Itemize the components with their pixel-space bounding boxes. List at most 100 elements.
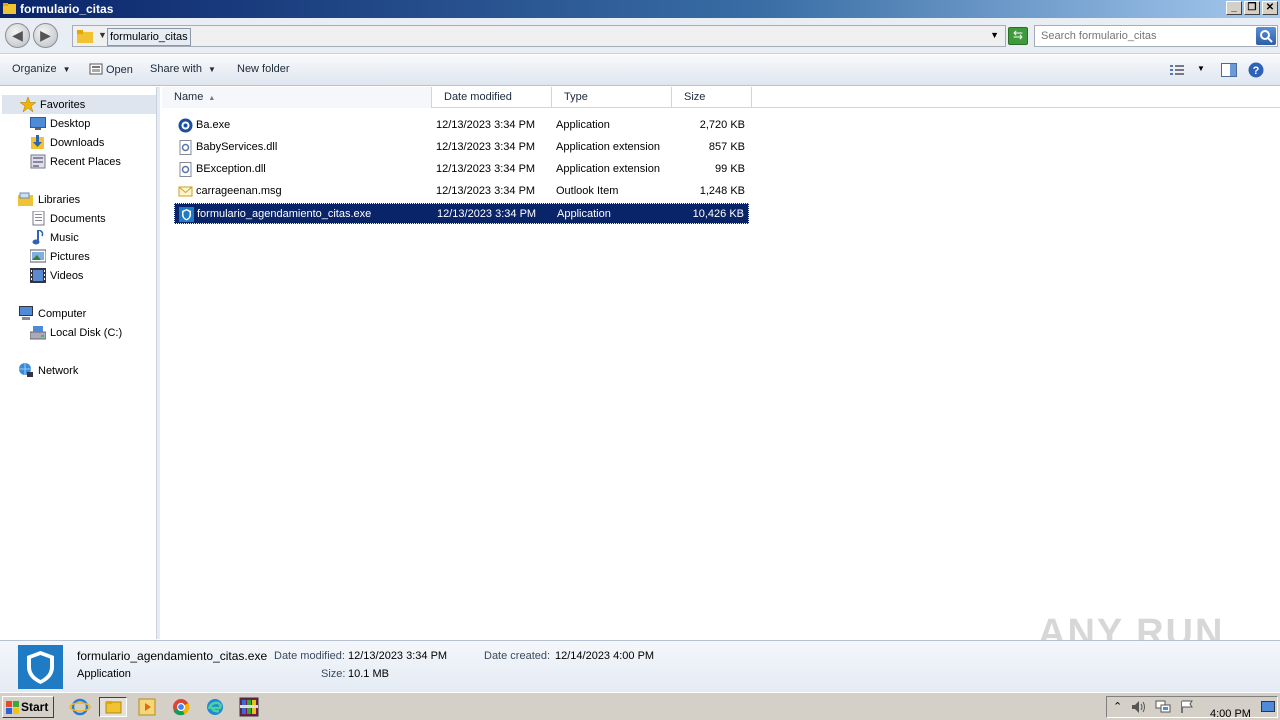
pane-splitter[interactable] (157, 87, 160, 639)
nav-desktop[interactable]: Desktop (30, 114, 90, 133)
close-button[interactable]: ✕ (1262, 1, 1278, 15)
details-size-label: Size: (321, 668, 346, 680)
file-size: 1,248 KB (699, 185, 745, 197)
start-button[interactable]: Start (2, 696, 54, 718)
column-header-date[interactable]: Date modified (432, 87, 552, 108)
file-row[interactable]: Ba.exe 12/13/2023 3:34 PM Application 2,… (174, 115, 749, 136)
nav-documents-label: Documents (50, 212, 106, 225)
nav-recent-places-label: Recent Places (50, 155, 121, 168)
desktop-icon (30, 117, 46, 130)
file-row-selected[interactable]: formulario_agendamiento_citas.exe 12/13/… (174, 203, 749, 224)
media-player-icon[interactable] (136, 697, 158, 717)
nav-local-disk-label: Local Disk (C:) (50, 326, 123, 339)
edge-icon[interactable] (204, 697, 226, 717)
winrar-icon[interactable] (236, 697, 262, 717)
show-desktop-icon[interactable] (1261, 701, 1275, 713)
file-date: 12/13/2023 3:34 PM (436, 119, 536, 131)
organize-label: Organize (12, 63, 57, 75)
file-type: Application (557, 208, 611, 220)
file-date: 12/13/2023 3:34 PM (436, 185, 536, 197)
volume-icon[interactable] (1131, 700, 1147, 714)
search-input[interactable] (1037, 27, 1247, 45)
forward-button[interactable]: ▶ (33, 23, 58, 48)
breadcrumb-folder[interactable]: formulario_citas (107, 28, 191, 46)
recent-places-icon (30, 154, 46, 169)
column-header-type[interactable]: Type (552, 87, 672, 108)
chrome-icon[interactable] (170, 697, 192, 717)
system-tray: ⌃ (1106, 696, 1278, 718)
explorer-taskbar-button[interactable] (99, 697, 127, 717)
breadcrumb-arrow-icon[interactable]: ▼ (98, 30, 107, 40)
exe-icon (178, 118, 193, 133)
refresh-icon: ⇆ (1012, 28, 1024, 42)
share-with-button[interactable]: Share with ▼ (150, 63, 216, 75)
svg-text:?: ? (1253, 65, 1260, 77)
command-bar: Organize ▼ Open Share with ▼ New folder ▼ … (0, 55, 1280, 86)
column-header-name[interactable]: Name ▲ (162, 87, 432, 108)
internet-explorer-icon[interactable] (69, 697, 91, 717)
nav-pictures[interactable]: Pictures (30, 247, 90, 266)
file-row[interactable]: carrageenan.msg 12/13/2023 3:34 PM Outlo… (174, 181, 749, 202)
nav-recent-places[interactable]: Recent Places (30, 152, 121, 171)
nav-network-label: Network (38, 364, 79, 377)
file-date: 12/13/2023 3:34 PM (436, 141, 536, 153)
dll-icon (179, 140, 192, 155)
folder-icon (105, 701, 122, 714)
shield-icon (179, 207, 194, 222)
details-date-created-label: Date created: (484, 650, 551, 662)
taskbar-clock[interactable]: 4:00 PM (1210, 708, 1251, 720)
search-box[interactable] (1034, 25, 1278, 47)
minimize-button[interactable]: _ (1226, 1, 1242, 15)
file-row[interactable]: BException.dll 12/13/2023 3:34 PM Applic… (174, 159, 749, 180)
taskbar: Start ⌃ (0, 692, 1280, 720)
refresh-button[interactable]: ⇆ (1008, 27, 1028, 45)
nav-network[interactable]: Network (18, 361, 78, 380)
shield-icon (18, 645, 63, 689)
nav-documents[interactable]: Documents (30, 209, 106, 228)
details-pane: formulario_agendamiento_citas.exe Applic… (0, 640, 1280, 692)
address-dropdown-icon[interactable]: ▼ (990, 30, 999, 40)
nav-favorites[interactable]: Favorites (2, 95, 156, 114)
file-name: carrageenan.msg (196, 185, 282, 197)
details-file-name: formulario_agendamiento_citas.exe (77, 649, 268, 663)
file-name: BabyServices.dll (196, 141, 278, 153)
restore-button[interactable]: ❐ (1244, 1, 1260, 15)
nav-downloads-label: Downloads (50, 136, 105, 149)
file-type: Application extension (556, 141, 660, 153)
folder-icon (77, 30, 93, 43)
nav-libraries[interactable]: Libraries (18, 190, 80, 209)
nav-computer[interactable]: Computer (18, 304, 86, 323)
view-dropdown-icon[interactable]: ▼ (1197, 64, 1205, 73)
preview-pane-icon[interactable] (1221, 63, 1237, 77)
file-date: 12/13/2023 3:34 PM (437, 208, 537, 220)
nav-downloads[interactable]: Downloads (30, 133, 104, 152)
details-date-modified-label: Date modified: (274, 650, 345, 662)
mail-icon (178, 186, 193, 197)
nav-videos[interactable]: Videos (30, 266, 83, 285)
nav-computer-label: Computer (38, 307, 87, 320)
search-button[interactable] (1256, 27, 1276, 45)
open-button[interactable]: Open (89, 63, 133, 76)
file-size: 10,426 KB (692, 208, 744, 220)
file-type: Application (556, 119, 610, 131)
navigation-pane: Favorites Desktop Downloads Recent Place… (0, 87, 157, 639)
file-row[interactable]: BabyServices.dll 12/13/2023 3:34 PM Appl… (174, 137, 749, 158)
column-header-size[interactable]: Size (672, 87, 752, 108)
view-options-icon[interactable] (1170, 64, 1186, 76)
help-icon[interactable]: ? (1248, 62, 1264, 78)
dll-icon (179, 162, 192, 177)
network-tray-icon[interactable] (1155, 700, 1171, 714)
new-folder-button[interactable]: New folder (237, 63, 290, 75)
nav-music[interactable]: Music (30, 228, 79, 247)
nav-local-disk[interactable]: Local Disk (C:) (30, 323, 122, 342)
back-button[interactable]: ◀ (5, 23, 30, 48)
address-bar[interactable]: ▼ formulario_citas ▼ (72, 25, 1006, 47)
column-name-label: Name (174, 91, 204, 103)
file-size: 857 KB (708, 141, 745, 153)
show-hidden-icons-icon[interactable]: ⌃ (1113, 700, 1122, 713)
nav-desktop-label: Desktop (50, 117, 91, 130)
nav-pictures-label: Pictures (50, 250, 90, 263)
chevron-down-icon: ▼ (62, 65, 71, 74)
organize-button[interactable]: Organize ▼ (12, 63, 71, 75)
action-center-flag-icon[interactable] (1179, 700, 1195, 714)
